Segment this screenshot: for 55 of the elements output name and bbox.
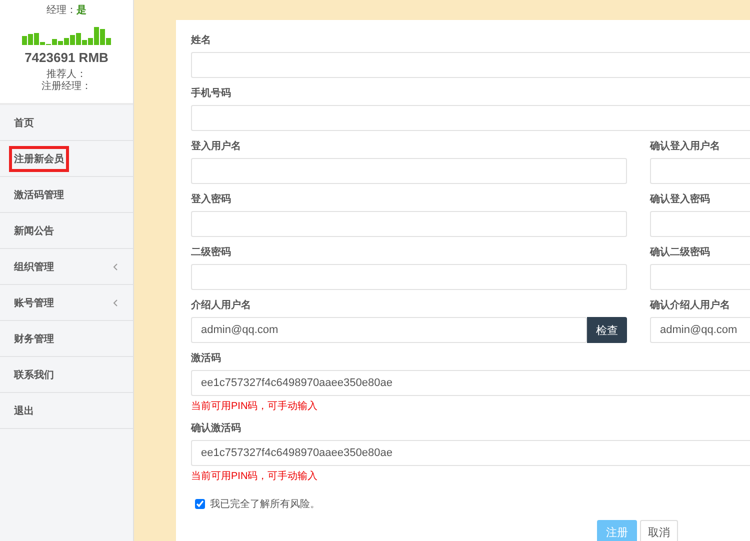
input-field[interactable]: admin@qq.com [191,317,587,343]
register-manager-label: 注册经理： [42,81,92,93]
menu-item[interactable]: 首页 [0,105,133,141]
field-label: 确认登入密码 [650,193,711,207]
menu-item-label: 新闻公告 [13,224,55,238]
menu-item-label: 联系我们 [12,368,55,382]
menu-item-label: 财务管理 [13,332,55,346]
menu-item[interactable]: 组织管理 [0,249,133,285]
input-field[interactable] [191,264,627,290]
chevron-icon [113,262,118,270]
manager-value: 是 [76,5,86,16]
field-label: 激活码 [191,352,222,366]
input-field[interactable] [191,105,750,131]
chevron-icon [113,298,118,306]
input-field[interactable] [191,158,627,184]
manager-label: 经理： [46,5,76,16]
field-label: 登入用户名 [191,140,242,154]
input-field[interactable] [650,158,750,184]
input-field[interactable] [191,52,750,78]
menu-item-label: 首页 [13,116,35,130]
input-field[interactable]: ee1c757327f4c6498970aaee350e80ae [191,440,750,466]
input-field[interactable]: admin@qq.com [650,317,750,343]
menu-item[interactable]: 新闻公告 [0,213,133,249]
hint-text: 当前可用PIN码，可手动输入 [191,400,319,413]
field-label: 确认二级密码 [650,246,711,260]
input-field[interactable] [650,264,750,290]
cancel-button[interactable]: 取消 [640,520,678,541]
menu-item-label: 退出 [13,404,35,418]
referrer-label: 推荐人： [46,69,86,80]
hint-text: 当前可用PIN码，可手动输入 [191,470,319,483]
field-label: 二级密码 [191,246,232,260]
menu-item-label: 账号管理 [13,296,55,310]
menu-item-label: 激活码管理 [13,188,65,202]
menu-item[interactable]: 联系我们 [0,357,133,393]
input-field[interactable]: ee1c757327f4c6498970aaee350e80ae [191,370,750,396]
input-field[interactable] [191,211,627,237]
field-label: 登入密码 [191,193,232,207]
field-label: 手机号码 [191,87,232,101]
field-label: 介绍人用户名 [191,299,252,313]
menu-item-label: 注册新会员 [9,146,69,172]
menu-item-label: 组织管理 [12,260,55,274]
field-label: 确认激活码 [191,422,242,436]
balance-amount: 7423691 RMB [24,50,108,65]
field-label: 确认登入用户名 [650,140,721,154]
menu-item[interactable]: 财务管理 [0,321,133,357]
input-field[interactable] [650,211,750,237]
agreement-checkbox[interactable] [195,499,205,509]
agreement-label: 我已完全了解所有风险。 [210,498,320,511]
field-label: 姓名 [191,34,212,48]
check-button[interactable]: 检查 [587,317,627,343]
field-label: 确认介绍人用户名 [650,299,731,313]
menu-item[interactable]: 激活码管理 [0,177,133,213]
menu-item[interactable]: 账号管理 [0,285,133,321]
menu-item[interactable]: 注册新会员 [0,141,133,177]
menu-item[interactable]: 退出 [0,393,133,429]
